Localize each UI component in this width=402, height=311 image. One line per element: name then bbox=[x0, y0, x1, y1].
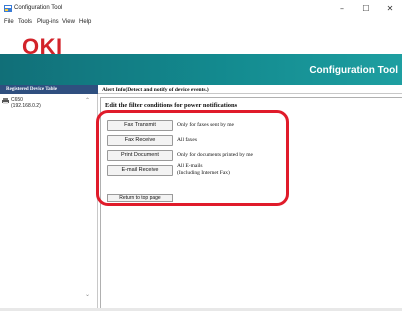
device-item[interactable]: C650 (192.168.0.2) bbox=[2, 97, 82, 111]
scroll-up-icon[interactable]: ⌃ bbox=[85, 97, 90, 104]
device-sidebar: Registered Device Table C650 (192.168.0.… bbox=[0, 85, 98, 311]
menu-view[interactable]: View bbox=[62, 19, 75, 25]
content-header: Alert Info(Detect and notify of device e… bbox=[98, 85, 402, 94]
minimize-button[interactable]: – bbox=[334, 3, 350, 15]
app-icon bbox=[4, 5, 12, 12]
maximize-button[interactable]: ☐ bbox=[358, 3, 374, 15]
banner: Configuration Tool bbox=[0, 54, 402, 85]
menu-help[interactable]: Help bbox=[79, 19, 91, 25]
menu-plug-ins[interactable]: Plug-ins bbox=[37, 19, 59, 25]
close-button[interactable]: ✕ bbox=[382, 3, 398, 15]
banner-title: Configuration Tool bbox=[309, 65, 398, 76]
sidebar-header: Registered Device Table bbox=[0, 85, 98, 94]
device-ip: (192.168.0.2) bbox=[11, 103, 41, 109]
printer-icon bbox=[2, 98, 9, 104]
scroll-down-icon[interactable]: ⌄ bbox=[85, 291, 90, 298]
header: OKI Configuration Tool bbox=[0, 30, 402, 85]
menu-tools[interactable]: Tools bbox=[18, 19, 32, 25]
menu-file[interactable]: File bbox=[4, 19, 14, 25]
highlight-frame bbox=[96, 110, 289, 206]
filter-subheading: Edit the filter conditions for power not… bbox=[105, 102, 238, 109]
window-title: Configuration Tool bbox=[14, 5, 63, 11]
menu-bar: File Tools Plug-ins View Help bbox=[0, 16, 402, 30]
